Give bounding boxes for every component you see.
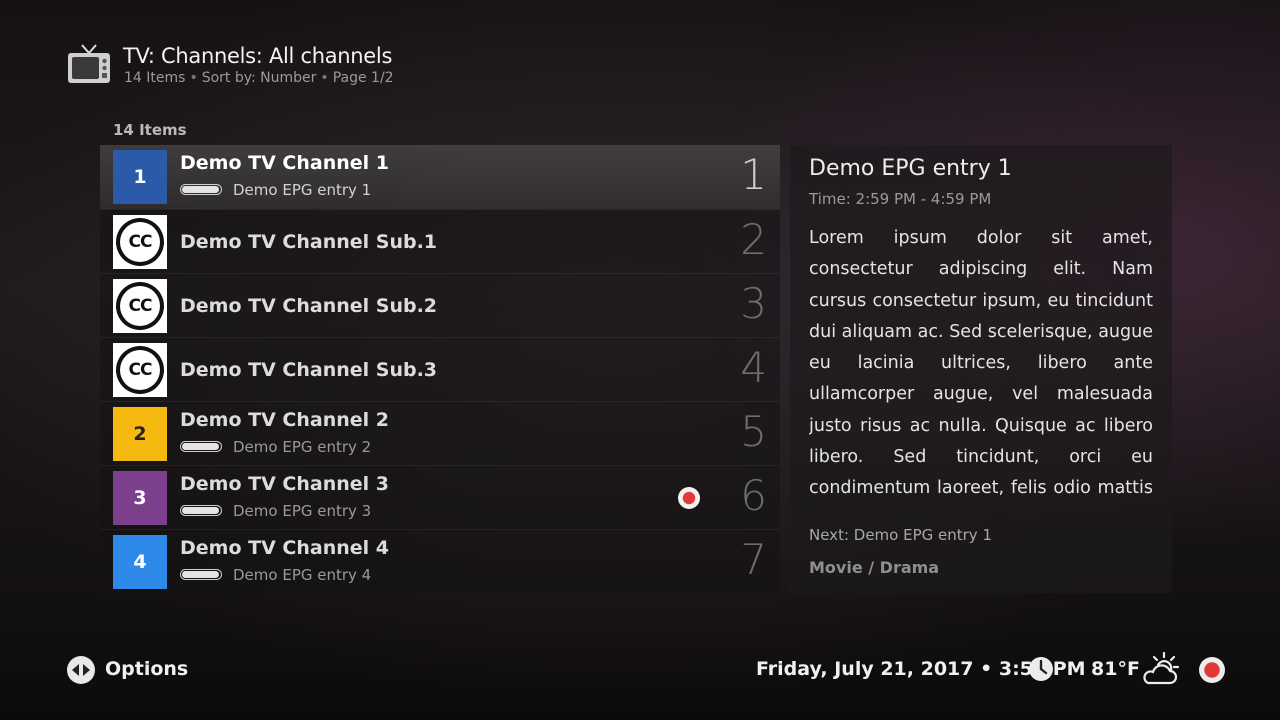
epg-progress-fill	[182, 186, 219, 193]
channel-number: 5	[740, 407, 767, 456]
channel-row[interactable]: CC Demo TV Channel Sub.3 4	[100, 337, 780, 402]
channel-logo: 3	[113, 471, 167, 525]
channel-row[interactable]: CC Demo TV Channel Sub.1 2	[100, 209, 780, 274]
channel-name: Demo TV Channel 2	[180, 409, 389, 431]
sort-label: Sort by: Number	[201, 70, 317, 86]
epg-progress-bar	[180, 184, 222, 195]
list-count-label: 14 Items	[113, 121, 187, 139]
tv-icon	[66, 44, 112, 86]
cc-logo-icon: CC	[113, 215, 167, 269]
epg-title: Demo EPG entry 3	[233, 502, 372, 520]
channel-row[interactable]: 3 Demo TV Channel 3 Demo EPG entry 3 6	[100, 465, 780, 530]
channel-logo: 1	[113, 150, 167, 204]
epg-progress-bar	[180, 569, 222, 580]
recording-icon	[678, 487, 700, 509]
left-right-arrows-icon[interactable]	[67, 656, 95, 684]
page-subtitle: 14 Items • Sort by: Number • Page 1/2	[124, 70, 394, 86]
partly-cloudy-icon	[1140, 651, 1180, 687]
channel-list: 1 Demo TV Channel 1 Demo EPG entry 1 1 C…	[100, 145, 780, 593]
cc-logo-icon: CC	[113, 279, 167, 333]
channel-name: Demo TV Channel 4	[180, 537, 389, 559]
epg-progress-bar	[180, 505, 222, 516]
epg-progress-fill	[182, 571, 219, 578]
cc-logo-text: CC	[120, 286, 160, 326]
channel-logo-text: 4	[133, 551, 147, 573]
epg-info-next: Next: Demo EPG entry 1	[809, 526, 992, 544]
channel-number: 6	[740, 471, 767, 520]
epg-progress-fill	[182, 507, 219, 514]
channel-number: 2	[740, 215, 767, 264]
channel-row[interactable]: 4 Demo TV Channel 4 Demo EPG entry 4 7	[100, 529, 780, 594]
options-button[interactable]: Options	[105, 658, 188, 680]
channel-name: Demo TV Channel 1	[180, 152, 389, 174]
epg-info-genre: Movie / Drama	[809, 558, 940, 577]
epg-progress-fill	[182, 443, 219, 450]
channel-name: Demo TV Channel Sub.3	[180, 359, 438, 381]
cc-logo-text: CC	[120, 350, 160, 390]
channel-name: Demo TV Channel Sub.1	[180, 231, 438, 253]
epg-info-time: Time: 2:59 PM - 4:59 PM	[809, 190, 992, 208]
channel-name: Demo TV Channel Sub.2	[180, 295, 438, 317]
channel-logo: 4	[113, 535, 167, 589]
channel-row[interactable]: 2 Demo TV Channel 2 Demo EPG entry 2 5	[100, 401, 780, 466]
channel-number: 1	[740, 150, 767, 199]
epg-info-plot: Lorem ipsum dolor sit amet, consectetur …	[809, 228, 1153, 499]
temperature: 81°F	[1091, 658, 1140, 680]
epg-info-title: Demo EPG entry 1	[809, 156, 1012, 181]
epg-title: Demo EPG entry 2	[233, 438, 372, 456]
channel-row[interactable]: 1 Demo TV Channel 1 Demo EPG entry 1 1	[100, 145, 780, 209]
page-label: Page 1/2	[332, 70, 394, 86]
epg-title: Demo EPG entry 4	[233, 566, 372, 584]
channel-number: 4	[740, 343, 767, 392]
page-title: TV: Channels: All channels	[123, 44, 393, 68]
channel-logo: 2	[113, 407, 167, 461]
record-icon[interactable]	[1199, 657, 1225, 683]
cc-logo-text: CC	[120, 222, 160, 262]
channel-number: 3	[740, 279, 767, 328]
epg-progress-bar	[180, 441, 222, 452]
channel-number: 7	[740, 535, 767, 584]
channel-logo-text: 1	[133, 166, 147, 188]
channel-logo-text: 3	[133, 487, 147, 509]
epg-title: Demo EPG entry 1	[233, 181, 372, 199]
channel-row[interactable]: CC Demo TV Channel Sub.2 3	[100, 273, 780, 338]
clock-icon	[1028, 656, 1054, 682]
epg-info-panel: Demo EPG entry 1 Time: 2:59 PM - 4:59 PM…	[790, 145, 1172, 593]
channel-name: Demo TV Channel 3	[180, 473, 389, 495]
items-count: 14 Items	[124, 70, 186, 86]
channel-logo-text: 2	[133, 423, 147, 445]
cc-logo-icon: CC	[113, 343, 167, 397]
